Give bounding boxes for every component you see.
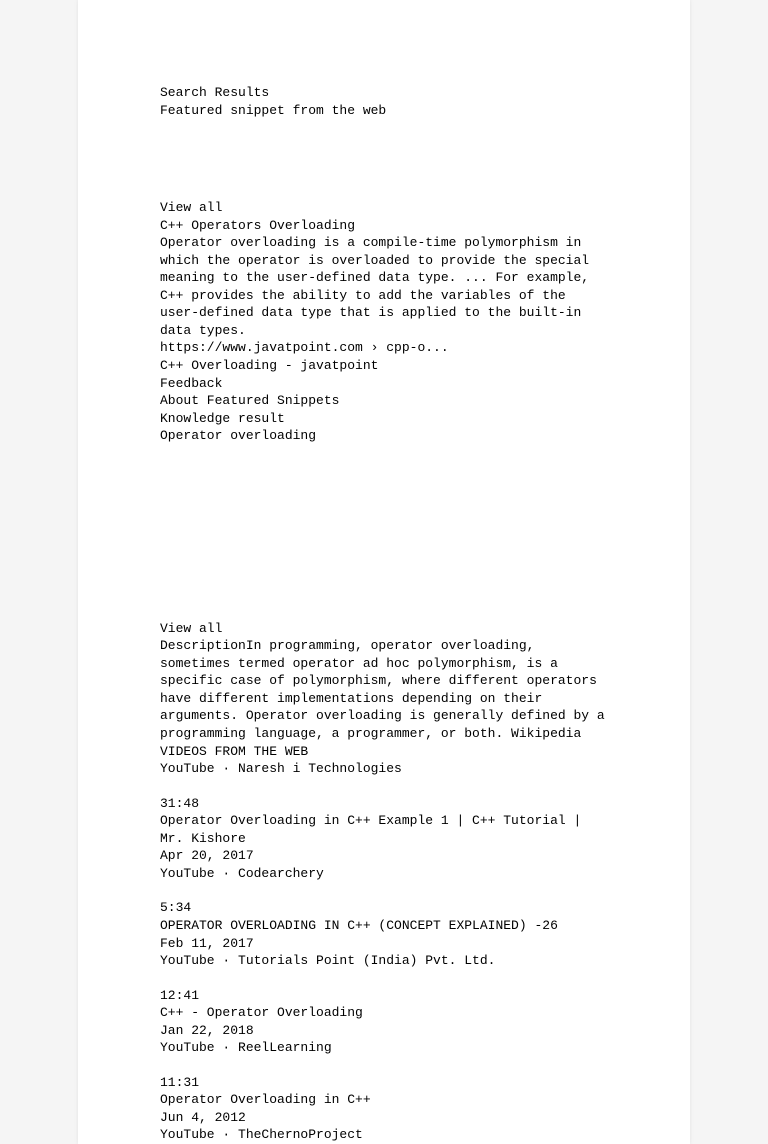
spacer [160, 1057, 608, 1074]
video-duration: 11:31 [160, 1074, 608, 1092]
knowledge-result-label: Knowledge result [160, 410, 608, 428]
video-date: Jun 4, 2012 [160, 1109, 608, 1127]
video-date: Feb 11, 2017 [160, 935, 608, 953]
video-source[interactable]: YouTube · TheChernoProject [160, 1126, 608, 1144]
spacer [160, 119, 608, 199]
spacer [160, 970, 608, 987]
video-title[interactable]: C++ - Operator Overloading [160, 1004, 608, 1022]
snippet-link-title[interactable]: C++ Overloading - javatpoint [160, 357, 608, 375]
feedback-link[interactable]: Feedback [160, 375, 608, 393]
video-source[interactable]: YouTube · Naresh i Technologies [160, 760, 608, 778]
video-title[interactable]: Operator Overloading in C++ [160, 1091, 608, 1109]
video-duration: 5:34 [160, 899, 608, 917]
search-results-heading: Search Results [160, 84, 608, 102]
snippet-title: C++ Operators Overloading [160, 217, 608, 235]
video-date: Jan 22, 2018 [160, 1022, 608, 1040]
featured-snippet-label: Featured snippet from the web [160, 102, 608, 120]
view-all-link[interactable]: View all [160, 620, 608, 638]
spacer [160, 778, 608, 795]
videos-from-web-label: VIDEOS FROM THE WEB [160, 743, 608, 761]
view-all-link[interactable]: View all [160, 199, 608, 217]
spacer [160, 445, 608, 620]
spacer [160, 882, 608, 899]
knowledge-description: DescriptionIn programming, operator over… [160, 637, 608, 742]
video-source[interactable]: YouTube · ReelLearning [160, 1039, 608, 1057]
snippet-body: Operator overloading is a compile-time p… [160, 234, 608, 339]
video-source[interactable]: YouTube · Codearchery [160, 865, 608, 883]
video-source[interactable]: YouTube · Tutorials Point (India) Pvt. L… [160, 952, 608, 970]
video-title[interactable]: OPERATOR OVERLOADING IN C++ (CONCEPT EXP… [160, 917, 608, 935]
video-duration: 31:48 [160, 795, 608, 813]
video-title[interactable]: Operator Overloading in C++ Example 1 | … [160, 812, 608, 847]
video-date: Apr 20, 2017 [160, 847, 608, 865]
document-page: Search Results Featured snippet from the… [78, 0, 690, 1144]
about-snippets-link[interactable]: About Featured Snippets [160, 392, 608, 410]
knowledge-title: Operator overloading [160, 427, 608, 445]
video-duration: 12:41 [160, 987, 608, 1005]
snippet-url[interactable]: https://www.javatpoint.com › cpp-o... [160, 339, 608, 357]
